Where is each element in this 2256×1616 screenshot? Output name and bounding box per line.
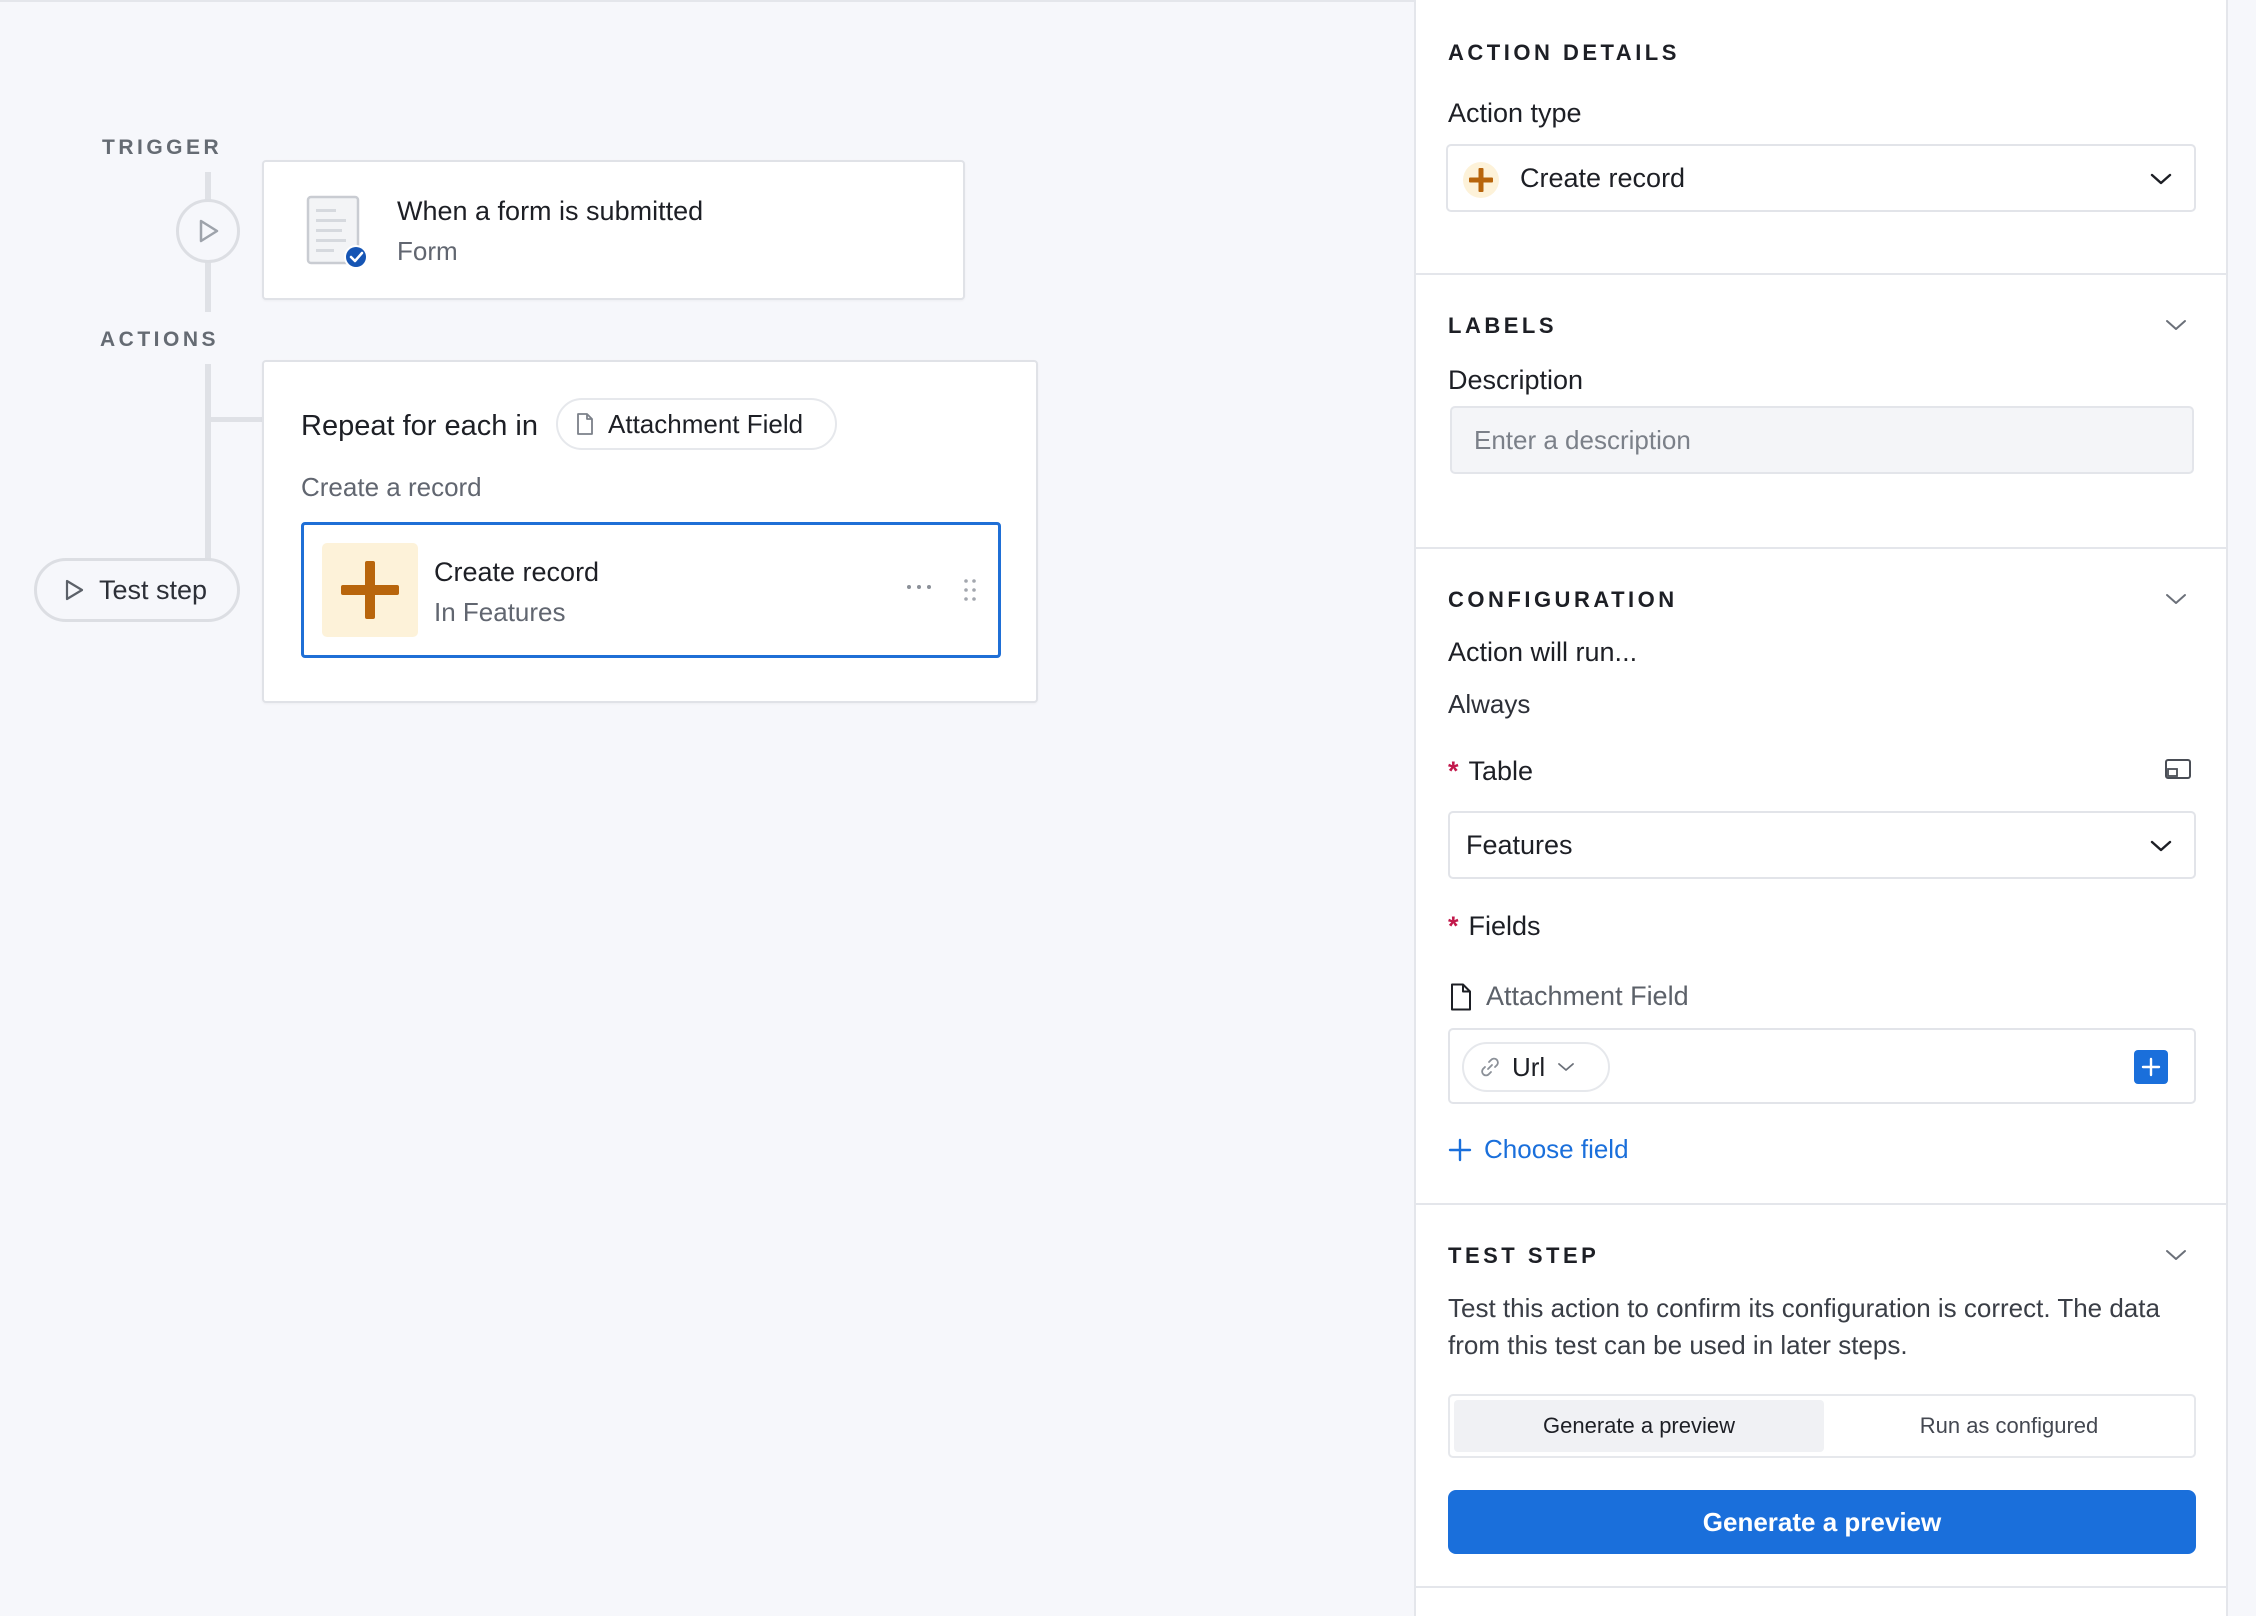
automation-canvas: TRIGGER ACTIONS When a form is submitted… <box>0 0 1414 1616</box>
table-value: Features <box>1466 830 1573 860</box>
trigger-play-button[interactable] <box>176 199 240 263</box>
play-icon <box>65 579 84 601</box>
url-token-label: Url <box>1512 1051 1546 1082</box>
fields-label: * Fields <box>1448 911 1541 942</box>
link-icon <box>1481 1057 1499 1077</box>
labels-heading: LABELS <box>1448 313 1557 338</box>
chevron-down-icon[interactable] <box>2164 317 2188 333</box>
form-icon <box>306 195 368 269</box>
loop-title: Repeat for each in <box>301 410 538 442</box>
check-badge-icon <box>344 245 368 269</box>
insert-token-button[interactable] <box>2134 1050 2168 1084</box>
required-marker: * <box>1448 911 1459 941</box>
action-type-label: Action type <box>1448 98 1582 128</box>
attachment-field-name: Attachment Field <box>1486 981 1689 1011</box>
action-title: Create record <box>434 557 600 587</box>
table-label-text: Table <box>1468 756 1534 786</box>
configuration-section: CONFIGURATION Action will run... Always … <box>1416 549 2226 1205</box>
panel-layout-icon[interactable] <box>2164 758 2192 780</box>
generate-preview-button[interactable]: Generate a preview <box>1448 1490 2196 1554</box>
trigger-title: When a form is submitted <box>397 196 704 226</box>
plus-icon <box>341 561 399 619</box>
action-details-section: ACTION DETAILS Action type Create record <box>1416 0 2226 275</box>
document-icon <box>1451 983 1471 1010</box>
attachment-field-row: Attachment Field <box>1450 981 1689 1012</box>
chevron-down-icon[interactable] <box>2164 591 2188 607</box>
attachment-field-chip[interactable]: Attachment Field <box>556 398 837 450</box>
attachment-field-chip-label: Attachment Field <box>608 408 804 439</box>
configuration-heading: CONFIGURATION <box>1448 587 1678 612</box>
trigger-subtitle: Form <box>397 236 458 266</box>
action-type-select[interactable]: Create record <box>1446 144 2196 212</box>
chevron-down-icon <box>1558 1063 1575 1071</box>
plus-icon <box>1448 1138 1472 1161</box>
loop-subtitle: Create a record <box>301 472 482 502</box>
test-step-label: Test step <box>99 574 208 605</box>
description-label: Description <box>1448 365 1584 395</box>
description-input[interactable] <box>1450 406 2194 474</box>
play-icon <box>199 219 219 243</box>
required-marker: * <box>1448 756 1459 786</box>
chevron-down-icon[interactable] <box>2164 1247 2188 1263</box>
plus-icon <box>1463 162 1499 198</box>
plus-icon <box>2141 1057 2161 1077</box>
field-value-input[interactable]: Url <box>1448 1028 2196 1104</box>
ellipsis-icon[interactable] <box>904 577 934 597</box>
test-mode-toggle: Generate a preview Run as configured <box>1448 1394 2196 1458</box>
fields-label-text: Fields <box>1468 911 1541 941</box>
trigger-card[interactable]: When a form is submitted Form <box>262 160 965 300</box>
run-as-configured-option[interactable]: Run as configured <box>1824 1400 2194 1452</box>
url-token-chip[interactable]: Url <box>1462 1042 1610 1092</box>
trigger-section-label: TRIGGER <box>102 136 223 159</box>
action-run-label: Action will run... <box>1448 637 1638 667</box>
table-label: * Table <box>1448 756 1533 787</box>
repeat-loop-card[interactable]: Repeat for each in Attachment Field Crea… <box>262 360 1038 703</box>
actions-rail <box>205 364 211 560</box>
chevron-down-icon <box>2150 173 2172 185</box>
action-type-value: Create record <box>1520 163 1686 193</box>
actions-connector <box>205 417 263 422</box>
create-record-action-card[interactable]: Create record In Features <box>301 522 1001 658</box>
chevron-down-icon <box>2150 840 2172 852</box>
test-step-description: Test this action to confirm its configur… <box>1448 1293 2160 1360</box>
choose-field-label: Choose field <box>1484 1134 1629 1164</box>
test-step-heading: TEST STEP <box>1448 1243 1600 1268</box>
drag-handle-icon[interactable] <box>960 577 980 603</box>
table-select[interactable]: Features <box>1448 811 2196 879</box>
choose-field-button[interactable]: Choose field <box>1448 1134 1629 1165</box>
action-subtitle: In Features <box>434 597 566 627</box>
action-run-value: Always <box>1448 689 1531 719</box>
actions-section-label: ACTIONS <box>100 328 219 351</box>
document-icon <box>577 413 593 435</box>
generate-preview-option[interactable]: Generate a preview <box>1454 1400 1824 1452</box>
action-details-heading: ACTION DETAILS <box>1448 40 1680 65</box>
test-step-button[interactable]: Test step <box>34 558 240 622</box>
action-details-panel: ACTION DETAILS Action type Create record… <box>1414 0 2228 1616</box>
create-record-icon-tile <box>322 543 418 637</box>
